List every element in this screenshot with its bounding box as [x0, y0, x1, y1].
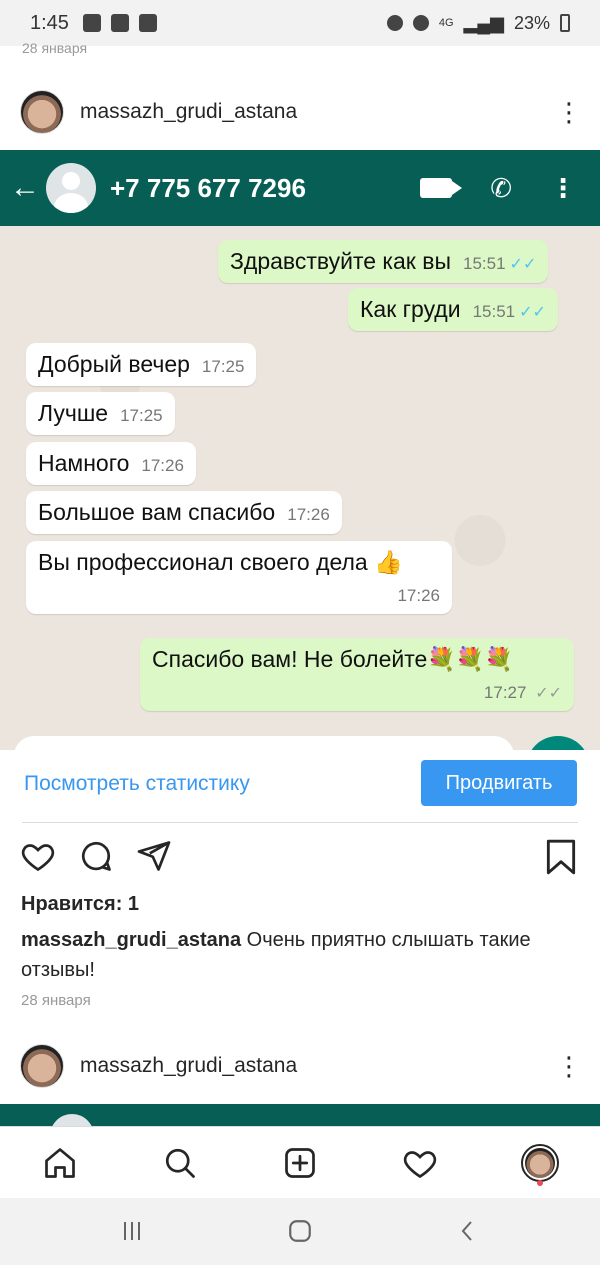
post-image[interactable]: ← +7 775 677 7296 ✆ ⋮ Здравствуйте как в… [0, 150, 600, 750]
message-text: Вы профессионал своего дела 👍 [38, 549, 403, 575]
chat-message-in: Лучше 17:25 [26, 392, 175, 435]
message-input-pill [14, 736, 514, 750]
bookmark-icon[interactable] [544, 838, 578, 876]
avatar[interactable] [20, 90, 64, 134]
tab-home[interactable] [40, 1143, 80, 1183]
message-text: Здравствуйте как вы [230, 248, 451, 274]
message-time: 15:51 [462, 254, 506, 273]
battery-level: 23% [513, 12, 550, 33]
image-notification-icon [110, 14, 129, 32]
post-username[interactable]: massazh_grudi_astana [80, 100, 297, 124]
wifi-icon [138, 14, 157, 32]
phone-call-icon: ✆ [490, 172, 512, 203]
add-icon [285, 1148, 315, 1178]
caption-username[interactable]: massazh_grudi_astana [21, 929, 241, 951]
tab-new-post[interactable] [280, 1143, 320, 1183]
post-header: massazh_grudi_astana ⋮ [0, 82, 600, 142]
share-icon[interactable] [136, 838, 172, 874]
chat-message-out: Спасибо вам! Не болейте💐💐💐 17:27 ✓✓ [140, 638, 574, 711]
message-time: 17:26 [141, 456, 184, 475]
tab-activity[interactable] [400, 1143, 440, 1183]
back-arrow-icon: ← [10, 171, 40, 204]
chat-message-in: Вы профессионал своего дела 👍 17:26 [26, 541, 452, 614]
message-time: 17:25 [120, 406, 163, 425]
post-username[interactable]: massazh_grudi_astana [80, 1054, 297, 1078]
message-time: 17:25 [201, 357, 245, 376]
read-ticks-icon: ✓✓ [509, 256, 537, 273]
message-time: 17:26 [287, 505, 330, 524]
more-options-icon[interactable]: ⋮ [556, 99, 582, 125]
search-icon [165, 1148, 195, 1178]
view-insights-link[interactable]: Посмотреть статистику [24, 772, 250, 796]
video-call-icon [420, 178, 463, 198]
like-heart-icon[interactable] [20, 838, 56, 874]
message-text: Лучше [38, 400, 109, 426]
message-meta: 17:27 ✓✓ [152, 683, 562, 703]
notification-dot [537, 1180, 543, 1186]
message-time: 15:51 [472, 302, 516, 321]
status-time: 1:45 [30, 11, 69, 34]
contact-avatar [46, 163, 96, 213]
chat-message-in: Намного 17:26 [26, 442, 196, 485]
message-text: Спасибо вам! Не болейте💐💐💐 [152, 646, 514, 672]
whatsapp-actions: ✆ ⋮ [420, 173, 590, 204]
profile-avatar [525, 1148, 555, 1178]
post-actions [20, 838, 580, 878]
network-type: 4G [438, 17, 454, 29]
message-text: Намного [38, 450, 130, 476]
post-date: 28 января [21, 992, 91, 1009]
read-ticks-icon: ✓✓ [519, 304, 546, 321]
comment-icon[interactable] [78, 838, 114, 874]
battery-icon [560, 14, 570, 32]
back-button-icon[interactable] [453, 1216, 483, 1246]
status-right: 4G ▂▄▆ 23% [386, 12, 570, 34]
home-button-icon[interactable] [285, 1216, 315, 1246]
chat-message-in: Большое вам спасибо 17:26 [26, 491, 342, 534]
home-icon [45, 1148, 75, 1178]
chat-area: Здравствуйте как вы 15:51 ✓✓ Как груди 15:5… [0, 226, 600, 750]
more-options-icon[interactable]: ⋮ [556, 1053, 582, 1079]
message-time: 17:26 [397, 586, 440, 605]
heart-icon [403, 1151, 437, 1179]
tab-profile[interactable] [520, 1143, 560, 1183]
previous-post-date: 28 января [22, 40, 88, 56]
profile-icon [521, 1144, 559, 1182]
avatar[interactable] [20, 1044, 64, 1088]
status-bar: 1:45 4G ▂▄▆ 23% [0, 0, 600, 46]
android-nav-bar [0, 1198, 600, 1265]
message-text: Как груди [360, 296, 461, 322]
whatsapp-more-icon: ⋮ [550, 172, 576, 203]
tab-search[interactable] [160, 1143, 200, 1183]
chat-message-in: Добрый вечер 17:25 [26, 343, 257, 386]
notification-icon [82, 14, 101, 32]
delivered-ticks-icon: ✓✓ [535, 685, 562, 702]
post-caption: massazh_grudi_astana Очень приятно слыша… [21, 925, 581, 985]
chat-message-out: Как груди 15:51 ✓✓ [348, 288, 558, 331]
chat-message-out: Здравствуйте как вы 15:51 ✓✓ [218, 240, 549, 283]
likes-count[interactable]: Нравится: 1 [21, 893, 139, 916]
divider [22, 822, 578, 823]
message-time: 17:27 [483, 683, 527, 702]
signal-icon: ▂▄▆ [463, 12, 504, 33]
message-text: Добрый вечер [38, 351, 190, 377]
whatsapp-header: ← +7 775 677 7296 ✆ ⋮ [0, 150, 600, 226]
recent-apps-icon[interactable] [117, 1216, 147, 1246]
message-text: Большое вам спасибо [38, 499, 276, 525]
promote-button[interactable]: Продвигать [421, 760, 577, 806]
contact-phone: +7 775 677 7296 [110, 172, 306, 203]
bottom-tab-bar [0, 1126, 600, 1198]
next-post-header: massazh_grudi_astana ⋮ [0, 1036, 600, 1096]
mute-icon [412, 15, 429, 31]
alarm-icon [386, 15, 403, 31]
